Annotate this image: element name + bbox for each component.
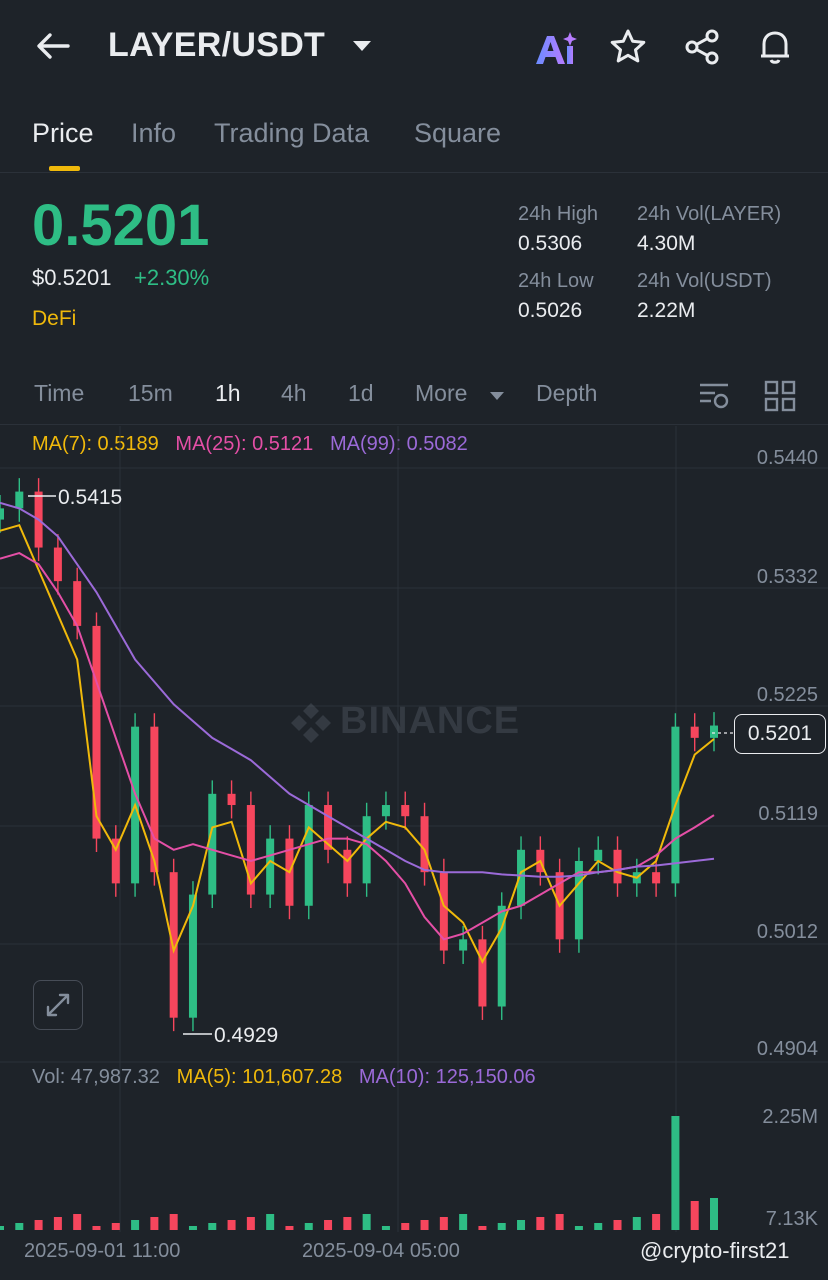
binance-logo-icon	[291, 703, 331, 743]
y-tick: 0.4904	[756, 1038, 818, 1060]
y-tick: 0.5440	[756, 447, 818, 469]
volume-bar	[208, 1223, 217, 1230]
y-tick: 0.5332	[756, 566, 818, 588]
vol-tick: 2.25M	[762, 1106, 818, 1128]
candle-body	[478, 939, 487, 1007]
author-credit: @crypto-first21	[640, 1238, 790, 1263]
volume-bar	[92, 1226, 101, 1230]
candle-body	[690, 726, 699, 738]
volume-bar	[517, 1220, 526, 1230]
candle-body	[227, 793, 236, 806]
volume-bar	[401, 1223, 410, 1230]
x-tick: 2025-09-04 05:00	[302, 1240, 460, 1262]
candle-body	[92, 625, 101, 839]
volume-bar	[710, 1198, 718, 1230]
vol-ma10-value: MA(10): 125,150.06	[358, 1066, 536, 1088]
expand-icon	[46, 993, 70, 1017]
y-tick: 0.5225	[756, 684, 818, 706]
volume-value: Vol: 47,987.32	[32, 1066, 160, 1088]
candle-body	[420, 816, 429, 873]
candle-body	[266, 838, 275, 895]
volume-bar	[439, 1217, 448, 1230]
volume-bar	[690, 1201, 699, 1230]
current-price-tag: 0.5201	[734, 714, 826, 754]
volume-legend: Vol: 47,987.32 MA(5): 101,607.28 MA(10):…	[32, 1066, 536, 1089]
volume-bar	[304, 1223, 313, 1230]
volume-bar	[111, 1223, 120, 1230]
candle-body	[208, 793, 217, 895]
marked-low-label: 0.4929	[214, 1024, 279, 1047]
candle-body	[362, 816, 371, 884]
fullscreen-button[interactable]	[33, 980, 83, 1030]
candle-body	[15, 491, 24, 509]
volume-bar	[15, 1223, 24, 1230]
candle-body	[652, 872, 661, 884]
candle-body	[594, 849, 603, 861]
candle-body	[0, 508, 4, 520]
candle-body	[343, 849, 352, 884]
volume-bar	[594, 1223, 603, 1230]
volume-bar	[227, 1220, 236, 1230]
volume-bar	[131, 1220, 140, 1230]
vol-ma5-value: MA(5): 101,607.28	[176, 1066, 343, 1088]
ma-line-ma99	[0, 501, 715, 878]
exchange-watermark: BINANCE	[340, 700, 521, 742]
volume-bar	[343, 1217, 352, 1230]
candlestick-chart[interactable]	[0, 0, 828, 1240]
volume-bar	[420, 1220, 429, 1230]
volume-bar	[324, 1220, 333, 1230]
volume-bar	[652, 1214, 661, 1230]
volume-bar	[266, 1214, 275, 1230]
vol-tick: 7.13K	[765, 1208, 818, 1230]
volume-bar	[246, 1217, 255, 1230]
candle-body	[401, 805, 410, 817]
x-tick: 2025-09-01 11:00	[24, 1240, 181, 1262]
volume-bar	[362, 1214, 371, 1230]
volume-bar	[73, 1214, 82, 1230]
volume-bar	[285, 1226, 294, 1230]
volume-bar	[0, 1226, 4, 1230]
candle-body	[613, 849, 622, 884]
volume-bar	[53, 1217, 62, 1230]
volume-bar	[169, 1214, 178, 1230]
candle-body	[710, 725, 718, 738]
y-tick: 0.5012	[756, 921, 818, 943]
volume-bar	[555, 1214, 564, 1230]
volume-bar	[536, 1217, 545, 1230]
y-tick: 0.5119	[758, 803, 818, 825]
volume-bar	[478, 1226, 487, 1230]
ma-line-ma7	[0, 523, 715, 964]
volume-bar	[574, 1226, 583, 1230]
volume-bar	[613, 1220, 622, 1230]
volume-bar	[188, 1226, 197, 1230]
volume-bar	[671, 1116, 680, 1230]
volume-bar	[459, 1214, 468, 1230]
candle-body	[459, 939, 468, 951]
candle-body	[53, 547, 62, 582]
volume-bar	[632, 1217, 641, 1230]
volume-bar	[381, 1226, 390, 1230]
candle-body	[381, 805, 390, 817]
marked-high-label: 0.5415	[58, 486, 123, 509]
volume-bar	[150, 1217, 159, 1230]
volume-bar	[34, 1220, 43, 1230]
volume-bar	[497, 1223, 506, 1230]
candle-body	[304, 805, 313, 906]
